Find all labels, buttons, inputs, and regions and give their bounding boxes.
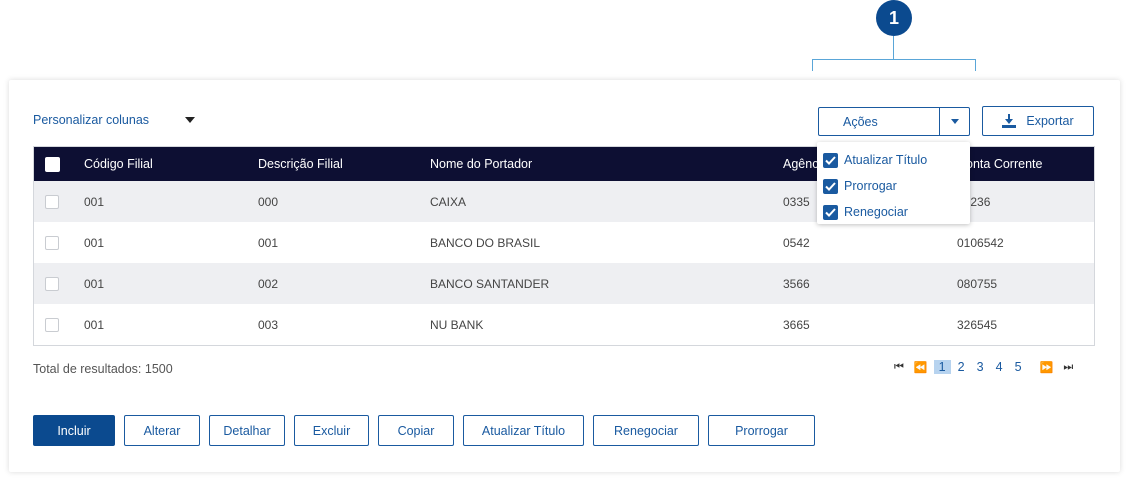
table-row[interactable]: 001 001 BANCO DO BRASIL 0542 0106542	[34, 222, 1094, 263]
cell-codigo-filial: 001	[84, 317, 105, 332]
copiar-button[interactable]: Copiar	[378, 415, 454, 446]
row-checkbox[interactable]	[45, 276, 59, 291]
cell-agencia: 0335	[783, 194, 810, 209]
menu-item-label: Atualizar Título	[844, 153, 928, 167]
personalize-columns-dropdown[interactable]: Personalizar colunas	[33, 113, 196, 127]
page-link[interactable]: 1	[933, 360, 951, 374]
cell-conta-corrente: 0106542	[957, 235, 1004, 250]
column-header[interactable]: Código Filial	[84, 157, 153, 171]
acoes-button[interactable]: Ações	[819, 108, 939, 135]
acoes-dropdown-menu: Atualizar Título Prorrogar Renegociar	[817, 142, 970, 224]
cell-nome-portador: BANCO DO BRASIL	[430, 235, 541, 250]
menu-item-prorrogar[interactable]: Prorrogar	[817, 173, 970, 199]
excluir-button[interactable]: Excluir	[294, 415, 369, 446]
checkbox-checked-icon[interactable]	[823, 178, 838, 194]
cell-descricao-filial: 003	[258, 317, 279, 332]
last-page-icon[interactable]: ⏭	[1063, 361, 1073, 374]
results-card: Personalizar colunas Ações Exportar Códi…	[9, 80, 1120, 472]
caret-down-icon	[185, 117, 196, 123]
export-button[interactable]: Exportar	[982, 106, 1094, 136]
cell-codigo-filial: 001	[84, 276, 105, 291]
acoes-toggle-button[interactable]	[939, 108, 969, 135]
callout-bracket	[812, 59, 976, 60]
menu-item-atualizar-titulo[interactable]: Atualizar Título	[817, 147, 970, 173]
cell-agencia: 3566	[783, 276, 810, 291]
incluir-button[interactable]: Incluir	[33, 415, 115, 446]
acoes-split-button: Ações	[818, 107, 970, 136]
cell-descricao-filial: 002	[258, 276, 279, 291]
cell-conta-corrente: 326545	[957, 317, 998, 332]
alterar-button[interactable]: Alterar	[124, 415, 200, 446]
chevron-down-icon	[950, 119, 959, 124]
detalhar-button[interactable]: Detalhar	[209, 415, 285, 446]
menu-item-label: Prorrogar	[844, 179, 897, 193]
cell-conta-corrente: 080755	[957, 276, 998, 291]
atualizar-titulo-button[interactable]: Atualizar Título	[463, 415, 584, 446]
cell-codigo-filial: 001	[84, 194, 105, 209]
cell-agencia: 0542	[783, 235, 810, 250]
cell-nome-portador: CAIXA	[430, 194, 467, 209]
menu-item-renegociar[interactable]: Renegociar	[817, 199, 970, 225]
callout-line	[893, 36, 894, 60]
pagination: ⏮ ⏪ 1 2 3 4 5 ⏩ ⏭	[889, 358, 1078, 376]
cell-descricao-filial: 001	[258, 235, 279, 250]
cell-nome-portador: BANCO SANTANDER	[430, 276, 550, 291]
callout-bracket-left	[812, 59, 813, 71]
callout-bracket-right	[975, 59, 976, 71]
page-link[interactable]: 3	[972, 360, 989, 374]
cell-descricao-filial: 000	[258, 194, 279, 209]
menu-item-label: Renegociar	[844, 205, 908, 219]
first-page-icon[interactable]: ⏮	[894, 361, 904, 374]
cell-agencia: 3665	[783, 317, 810, 332]
row-checkbox[interactable]	[45, 317, 59, 332]
action-buttons: Incluir Alterar Detalhar Excluir Copiar …	[33, 415, 824, 446]
checkbox-checked-icon[interactable]	[823, 204, 838, 220]
page-link[interactable]: 5	[1010, 360, 1027, 374]
previous-page-icon[interactable]: ⏪	[914, 361, 928, 374]
download-icon	[1002, 114, 1017, 128]
cell-codigo-filial: 001	[84, 235, 105, 250]
row-checkbox[interactable]	[45, 194, 59, 209]
prorrogar-button[interactable]: Prorrogar	[708, 415, 815, 446]
renegociar-button[interactable]: Renegociar	[593, 415, 699, 446]
cell-nome-portador: NU BANK	[430, 317, 484, 332]
column-header[interactable]: Nome do Portador	[430, 157, 532, 171]
table-row[interactable]: 001 003 NU BANK 3665 326545	[34, 304, 1094, 345]
checkbox-checked-icon[interactable]	[823, 152, 838, 168]
row-checkbox[interactable]	[45, 235, 59, 250]
column-header[interactable]: Descrição Filial	[258, 157, 343, 171]
select-all-checkbox[interactable]	[45, 156, 60, 172]
personalize-columns-label: Personalizar colunas	[33, 113, 150, 127]
callout-badge: 1	[876, 0, 912, 36]
next-page-icon[interactable]: ⏩	[1040, 361, 1054, 374]
table-row[interactable]: 001 002 BANCO SANTANDER 3566 080755	[34, 263, 1094, 304]
page-link[interactable]: 4	[991, 360, 1008, 374]
total-results-label: Total de resultados: 1500	[33, 362, 173, 376]
page-link[interactable]: 2	[953, 360, 970, 374]
export-label: Exportar	[1026, 114, 1074, 128]
